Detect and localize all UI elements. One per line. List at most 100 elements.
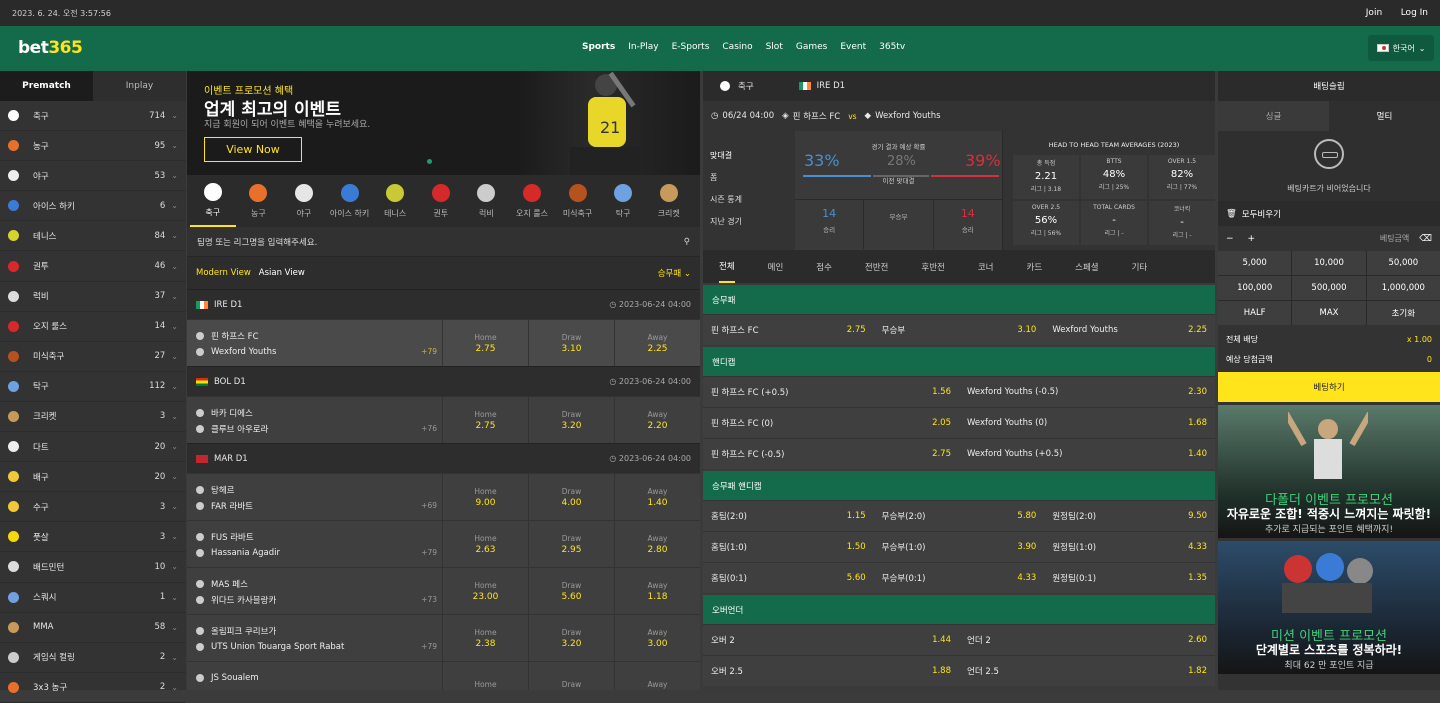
market-odds-button[interactable]: 홈팀(2:0) 1.15 (703, 501, 874, 531)
nav-item-5[interactable]: Games (796, 42, 827, 52)
league-header[interactable]: IRE D1 ◷ 2023-06-24 04:00 (187, 289, 700, 319)
market-odds-button[interactable]: 오버 2.5 1.88 (703, 656, 959, 686)
market-section-header[interactable]: 승무패 (703, 283, 1215, 314)
match-row[interactable]: FUS 라바트 Hassania Agadir +79 Home 2.63 Draw 2.9… (187, 520, 700, 567)
chevron-down-icon[interactable]: ⌄ (171, 412, 178, 421)
market-odds-button[interactable]: Wexford Youths (+0.5) 1.40 (959, 439, 1215, 469)
market-odds-button[interactable]: 무승부(1:0) 3.90 (874, 532, 1045, 562)
sport-tab[interactable]: 탁구 (600, 175, 646, 227)
chevron-down-icon[interactable]: ⌄ (171, 562, 178, 571)
sport-tab[interactable]: 농구 (236, 175, 282, 227)
sport-tab[interactable]: 테니스 (372, 175, 418, 227)
market-odds-button[interactable]: 핀 하프스 FC (-0.5) 2.75 (703, 439, 959, 469)
match-row[interactable]: 올림피크 쿠리브가 UTS Union Touarga Sport Rabat +7… (187, 614, 700, 661)
tab-prematch[interactable]: Prematch (0, 71, 93, 101)
amount-key[interactable]: 1,000,000 (1366, 276, 1440, 300)
sport-tab[interactable]: 권투 (418, 175, 464, 227)
chevron-down-icon[interactable]: ⌄ (171, 322, 178, 331)
sidebar-item[interactable]: 축구 714 ⌄ (0, 101, 186, 132)
market-odds-button[interactable]: 언더 2 2.60 (959, 625, 1215, 655)
odds-button[interactable]: Draw 3.20 (528, 397, 614, 443)
market-odds-button[interactable]: Wexford Youths (-0.5) 2.30 (959, 377, 1215, 407)
sport-tab[interactable]: 야구 (281, 175, 327, 227)
sidebar-item[interactable]: 테니스 84 ⌄ (0, 221, 186, 252)
market-section-header[interactable]: 핸디캡 (703, 345, 1215, 376)
bet365-logo[interactable]: bet365 (18, 38, 83, 58)
odds-button[interactable]: Away 1.18 (614, 568, 700, 614)
odds-button[interactable]: Away 3.00 (614, 615, 700, 661)
sidebar-item[interactable]: 수구 3 ⌄ (0, 492, 186, 523)
market-odds-button[interactable]: 핀 하프스 FC (+0.5) 1.56 (703, 377, 959, 407)
sidebar-item[interactable]: 럭비 37 ⌄ (0, 282, 186, 312)
nav-item-7[interactable]: 365tv (879, 42, 905, 52)
odds-button[interactable]: Home (442, 662, 528, 690)
sidebar-item[interactable]: 배드민턴 10 ⌄ (0, 552, 186, 583)
chevron-down-icon[interactable]: ⌄ (171, 653, 178, 662)
more-markets-link[interactable]: +79 (421, 548, 437, 557)
chevron-down-icon[interactable]: ⌄ (171, 171, 178, 180)
stats-menu-item[interactable]: 폼 (710, 167, 788, 189)
place-bet-button[interactable]: 베팅하기 (1218, 372, 1440, 402)
stats-menu-item[interactable]: 지난 경기 (710, 211, 788, 233)
odds-button[interactable]: Draw 4.00 (528, 474, 614, 520)
stats-menu-item[interactable]: 맞대결 (710, 145, 788, 167)
odds-button[interactable]: Draw 3.20 (528, 615, 614, 661)
match-row[interactable]: 핀 하프스 FC Wexford Youths +79 Home 2.75 Draw 3.1… (187, 319, 700, 366)
match-row[interactable]: MAS 페스 위다드 카사블랑카 +73 Home 23.00 Draw 5.60 Away 1… (187, 567, 700, 614)
promo-card-parlay[interactable]: 다폴더 이벤트 프로모션 자유로운 조합! 적중시 느껴지는 짜릿함! 추가로 … (1218, 402, 1440, 538)
minus-button[interactable]: − (1226, 234, 1234, 244)
market-odds-button[interactable]: 원정팀(2:0) 9.50 (1044, 501, 1215, 531)
sidebar-item[interactable]: 크리켓 3 ⌄ (0, 402, 186, 433)
search-bar[interactable]: 팀명 또는 리그명을 입력해주세요. ⚲ (187, 227, 700, 257)
chevron-down-icon[interactable]: ⌄ (171, 623, 178, 632)
sidebar-item[interactable]: 게임식 컬링 2 ⌄ (0, 643, 186, 673)
odds-button[interactable]: Home 2.75 (442, 320, 528, 366)
search-input[interactable]: 팀명 또는 리그명을 입력해주세요. (197, 236, 317, 248)
chevron-down-icon[interactable]: ⌄ (171, 262, 178, 271)
market-section-header[interactable]: 오버언더 (703, 593, 1215, 624)
odds-button[interactable]: Home 2.75 (442, 397, 528, 443)
odds-button[interactable]: Home 2.63 (442, 521, 528, 567)
nav-item-4[interactable]: Slot (766, 42, 783, 52)
modern-view-toggle[interactable]: Modern View (196, 268, 251, 278)
market-odds-button[interactable]: 홈팀(0:1) 5.60 (703, 563, 874, 593)
nav-item-3[interactable]: Casino (722, 42, 752, 52)
view-now-button[interactable]: View Now (204, 137, 302, 162)
market-odds-button[interactable]: 원정팀(0:1) 1.35 (1044, 563, 1215, 593)
tab-inplay[interactable]: Inplay (93, 71, 186, 101)
market-tab[interactable]: 스페셜 (1075, 252, 1098, 282)
sidebar-item[interactable]: 오지 룰스 14 ⌄ (0, 312, 186, 342)
sidebar-item[interactable]: 미식축구 27 ⌄ (0, 342, 186, 372)
sidebar-item[interactable]: 권투 46 ⌄ (0, 251, 186, 282)
odds-button[interactable]: Draw (528, 662, 614, 690)
match-row[interactable]: 바카 디에스 클루브 아우로라 +76 Home 2.75 Draw 3.20 Away 2.2… (187, 396, 700, 443)
sidebar-item[interactable]: 스쿼시 1 ⌄ (0, 583, 186, 613)
market-odds-button[interactable]: Wexford Youths 2.25 (1044, 315, 1215, 345)
odds-button[interactable]: Draw 3.10 (528, 320, 614, 366)
market-odds-button[interactable]: 무승부 3.10 (874, 315, 1045, 345)
tab-single[interactable]: 싱글 (1218, 101, 1329, 131)
amount-key[interactable]: 10,000 (1292, 251, 1366, 275)
market-tab[interactable]: 기타 (1132, 252, 1148, 282)
sport-tab[interactable]: 럭비 (464, 175, 510, 227)
market-odds-button[interactable]: 오버 2 1.44 (703, 625, 959, 655)
market-odds-button[interactable]: 언더 2.5 1.82 (959, 656, 1215, 686)
more-markets-link[interactable]: +79 (421, 642, 437, 651)
language-selector[interactable]: 한국어 ⌄ (1368, 35, 1434, 61)
league-header[interactable]: MAR D1 ◷ 2023-06-24 04:00 (187, 443, 700, 473)
chevron-down-icon[interactable]: ⌄ (171, 442, 178, 451)
odds-button[interactable]: Away 2.80 (614, 521, 700, 567)
sidebar-item[interactable]: 다트 20 ⌄ (0, 432, 186, 463)
market-tab[interactable]: 코너 (978, 252, 994, 282)
carousel-dot[interactable] (427, 159, 432, 164)
market-tab[interactable]: 전체 (719, 251, 735, 283)
odds-button[interactable]: Away 2.25 (614, 320, 700, 366)
more-markets-link[interactable]: +69 (421, 501, 437, 510)
market-odds-button[interactable]: 핀 하프스 FC (0) 2.05 (703, 408, 959, 438)
market-odds-button[interactable]: 원정팀(1:0) 4.33 (1044, 532, 1215, 562)
odds-button[interactable]: Home 23.00 (442, 568, 528, 614)
more-markets-link[interactable]: +76 (421, 424, 437, 433)
amount-key[interactable]: HALF (1218, 301, 1292, 325)
market-odds-button[interactable]: Wexford Youths (0) 1.68 (959, 408, 1215, 438)
market-tab[interactable]: 점수 (816, 252, 832, 282)
